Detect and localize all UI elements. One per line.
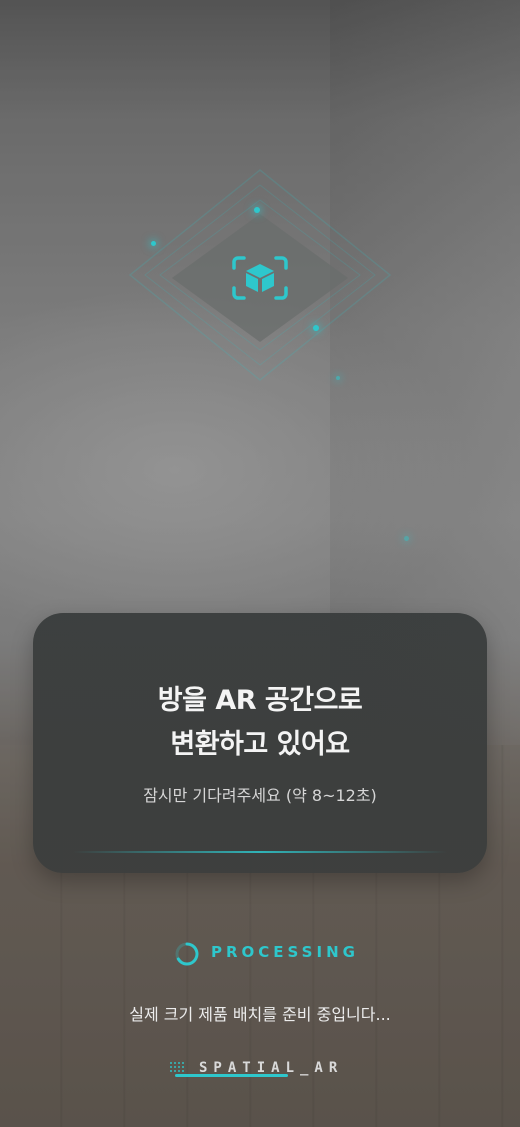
processing-label: PROCESSING	[211, 943, 359, 961]
card-accent-line	[73, 851, 447, 853]
loading-card: 방을 AR 공간으로 변환하고 있어요 잠시만 기다려주세요 (약 8~12초)	[33, 613, 487, 873]
status-message: 실제 크기 제품 배치를 준비 중입니다...	[129, 1005, 391, 1024]
progress-bar	[175, 1074, 288, 1077]
ar-cube-icon	[172, 214, 348, 342]
loading-subtitle: 잠시만 기다려주세요 (약 8~12초)	[143, 786, 377, 805]
loading-title: 방을 AR 공간으로 변환하고 있어요	[33, 679, 487, 767]
loading-title-line1: 방을 AR 공간으로	[157, 685, 363, 716]
ar-particle	[336, 376, 340, 380]
brand-footer: SPATIAL_AR	[0, 1058, 520, 1084]
ar-particle	[404, 536, 409, 541]
ar-particle	[313, 325, 319, 331]
ar-particle	[151, 241, 156, 246]
ar-loading-screen: 방을 AR 공간으로 변환하고 있어요 잠시만 기다려주세요 (약 8~12초)…	[0, 0, 520, 1127]
loading-title-line2: 변환하고 있어요	[170, 729, 350, 760]
processing-indicator: PROCESSING	[0, 938, 520, 968]
ar-particle	[254, 207, 260, 213]
spinner-icon	[175, 942, 199, 966]
